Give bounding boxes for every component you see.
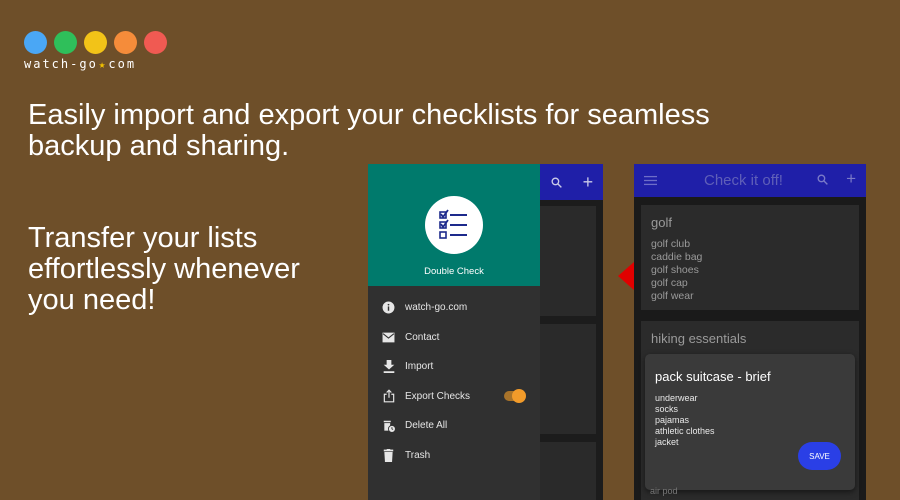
menu-item-export-checks[interactable]: Export Checks — [368, 382, 540, 412]
phone-screen-drawer: + Double Check watch-go.com Contact Impo… — [368, 164, 603, 500]
menu-item-label: Trash — [405, 449, 431, 461]
drawer-header: Double Check — [368, 164, 540, 286]
logo-dot-orange — [114, 31, 137, 54]
logo-dot-green — [54, 31, 77, 54]
app-title: Check it off! — [704, 172, 783, 189]
delete-clock-icon — [381, 418, 396, 433]
add-icon[interactable]: + — [583, 172, 594, 193]
menu-item-label: Export Checks — [405, 390, 471, 402]
navigation-drawer: Double Check watch-go.com Contact Import — [368, 164, 540, 500]
list-items: golf club caddie bag golf shoes golf cap… — [651, 238, 849, 303]
menu-item-contact[interactable]: Contact — [368, 323, 540, 353]
checklist-app-icon — [425, 196, 483, 254]
app-name: Double Check — [424, 266, 484, 277]
dialog-title: pack suitcase - brief — [655, 369, 771, 384]
info-icon — [381, 300, 396, 315]
logo-dot-blue — [24, 31, 47, 54]
list-preview-dialog: pack suitcase - brief underwear socks pa… — [645, 354, 855, 490]
menu-item-delete-all[interactable]: Delete All — [368, 411, 540, 441]
menu-item-import[interactable]: Import — [368, 352, 540, 382]
app-toolbar: Check it off! + — [634, 164, 866, 197]
mail-icon — [381, 330, 396, 345]
list-item: golf cap — [651, 277, 688, 289]
drawer-menu: watch-go.com Contact Import Export Check… — [368, 293, 540, 470]
logo-dots — [24, 31, 184, 54]
share-icon — [381, 389, 396, 404]
logo-wordmark: watch-go ★ com — [24, 57, 184, 71]
export-toggle[interactable] — [504, 388, 526, 403]
list-item-peek: air pod — [650, 486, 678, 496]
menu-item-website[interactable]: watch-go.com — [368, 293, 540, 323]
menu-item-label: watch-go.com — [405, 302, 468, 314]
save-button[interactable]: SAVE — [798, 442, 841, 470]
logo-dot-yellow — [84, 31, 107, 54]
logo-text-left: watch-go — [24, 57, 98, 71]
subheadline: Transfer your lists effortlessly wheneve… — [28, 222, 300, 316]
search-icon[interactable] — [550, 176, 563, 189]
list-title: hiking essentials — [651, 331, 747, 346]
menu-icon[interactable] — [644, 175, 657, 186]
dialog-item: socks — [655, 404, 679, 414]
dialog-item: athletic clothes — [655, 426, 715, 436]
list-card-peek — [540, 442, 596, 500]
list-card-golf[interactable]: golf golf club caddie bag golf shoes gol… — [641, 205, 859, 310]
headline: Easily import and export your checklists… — [28, 99, 710, 162]
menu-item-label: Contact — [405, 331, 440, 343]
phone-screen-lists: Check it off! + golf golf club caddie ba… — [634, 164, 866, 500]
menu-item-label: Import — [405, 361, 434, 373]
list-card-peek — [540, 324, 596, 434]
list-item: golf wear — [651, 290, 694, 302]
logo-text-right: com — [108, 57, 137, 71]
list-item: golf club — [651, 238, 691, 250]
list-title: golf — [651, 215, 672, 230]
list-item: golf shoes — [651, 264, 699, 276]
brand-logo: watch-go ★ com — [24, 31, 184, 71]
menu-item-label: Delete All — [405, 420, 448, 432]
toggle-knob — [512, 388, 526, 403]
dialog-item: underwear — [655, 393, 698, 403]
star-icon: ★ — [98, 57, 108, 71]
logo-dot-red — [144, 31, 167, 54]
add-icon[interactable]: + — [846, 169, 856, 189]
list-item: caddie bag — [651, 251, 703, 263]
app-toolbar: + — [540, 164, 603, 200]
dialog-item: pajamas — [655, 415, 690, 425]
list-card-peek — [540, 206, 596, 316]
download-icon — [381, 359, 396, 374]
pointer-arrow — [618, 262, 634, 290]
search-icon[interactable] — [816, 173, 829, 186]
menu-item-trash[interactable]: Trash — [368, 441, 540, 471]
dialog-items: underwear socks pajamas athletic clothes… — [655, 393, 845, 448]
trash-icon — [381, 448, 396, 463]
